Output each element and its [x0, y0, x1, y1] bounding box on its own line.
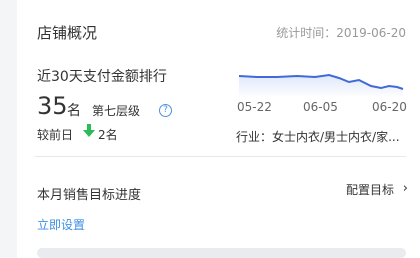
- level-label: 第七层级: [92, 104, 141, 118]
- card-title: 店铺概况: [37, 24, 98, 42]
- rank-number: 35: [37, 92, 68, 120]
- chevron-right-icon[interactable]: ›: [403, 181, 408, 196]
- arrow-down-icon: [83, 124, 95, 137]
- rank-unit: 名: [67, 103, 81, 119]
- trend-sparkline: [238, 73, 404, 98]
- config-goal-link[interactable]: 配置目标: [346, 181, 394, 198]
- x-axis-label: 06-20: [372, 100, 407, 114]
- question-circle-icon[interactable]: ?: [159, 104, 172, 117]
- compare-label: 较前日: [37, 128, 74, 142]
- rank-label: 近30天支付金额排行: [37, 69, 167, 85]
- industry-label: 行业：女士内衣/男士内衣/家...: [236, 130, 400, 144]
- set-now-link[interactable]: 立即设置: [37, 216, 85, 233]
- sales-goal-title: 本月销售目标进度: [37, 188, 142, 203]
- x-axis-label: 06-05: [303, 100, 338, 114]
- x-axis-label: 05-22: [237, 100, 272, 114]
- shop-overview-card: 店铺概况 统计时间：2019-06-20 近30天支付金额排行 35 名 第七层…: [17, 0, 420, 258]
- divider: [35, 156, 406, 157]
- compare-value: 2名: [98, 128, 118, 142]
- goal-progress-bar: [37, 248, 406, 258]
- stat-time: 统计时间：2019-06-20: [276, 26, 406, 40]
